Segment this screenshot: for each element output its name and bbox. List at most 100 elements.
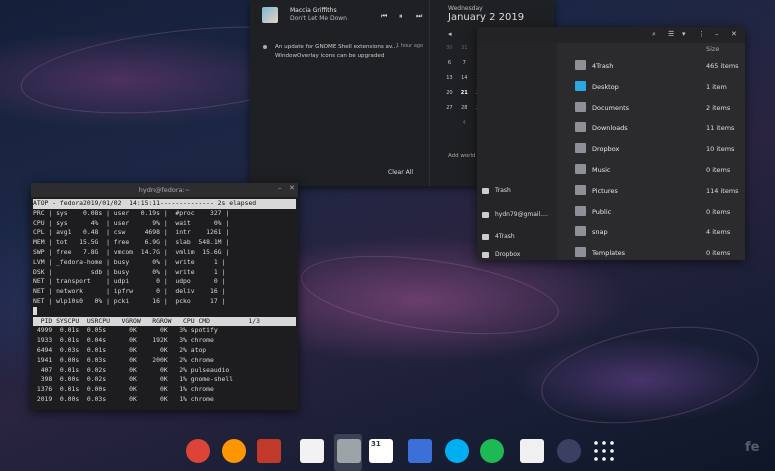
terminal-line: LVM | _fedora-home | busy 0% | write 1 | bbox=[33, 257, 226, 266]
calendar-icon[interactable]: 31 bbox=[369, 439, 393, 463]
file-row[interactable]: 4Trash 465 items bbox=[557, 56, 745, 77]
calendar-date: January 2 2019 bbox=[448, 12, 525, 23]
screenshot-icon[interactable] bbox=[257, 439, 281, 463]
minimize-icon[interactable]: – bbox=[715, 30, 719, 38]
terminal-line: PID SYSCPU USRCPU VGROW RGROW CPU CMD 1/… bbox=[33, 316, 296, 327]
terminal-window: hydn@fedora:~ – ✕ ATOP - fedora2019/01/0… bbox=[31, 183, 298, 410]
file-manager-window: ⌕ ☰ ▾ ⋮ – ✕ Trash hydn79@gmail.... 4Trash D… bbox=[477, 27, 745, 260]
tweaks-icon[interactable] bbox=[557, 439, 581, 463]
terminal-line: ATOP - fedora2019/01/02 14:15:11--------… bbox=[33, 199, 296, 209]
sidebar-item[interactable]: hydn79@gmail.... bbox=[482, 211, 548, 218]
file-row[interactable]: Desktop 1 item bbox=[557, 77, 745, 98]
calendar-day[interactable]: 14 bbox=[457, 73, 472, 84]
terminal-line: 1941 0.00s 0.03s 0K 200K 2% chrome bbox=[33, 355, 214, 364]
files-icon[interactable] bbox=[337, 439, 361, 463]
terminal-line: 398 0.00s 0.02s 0K 0K 1% gnome-shell bbox=[33, 375, 234, 384]
terminal-line: 2019 0.00s 0.03s 0K 0K 1% chrome bbox=[33, 394, 214, 403]
menu-icon[interactable]: ⋮ bbox=[698, 30, 705, 38]
file-row[interactable]: Public 0 items bbox=[557, 202, 745, 223]
sidebar-item[interactable]: Dropbox bbox=[482, 251, 520, 258]
chevron-down-icon[interactable]: ▾ bbox=[682, 30, 686, 38]
contacts-icon[interactable] bbox=[408, 439, 432, 463]
calendar-day[interactable]: 21 bbox=[457, 88, 472, 99]
file-size: 0 items bbox=[706, 207, 731, 216]
spotify-icon[interactable] bbox=[480, 439, 504, 463]
folder-icon bbox=[575, 205, 586, 216]
calendar-day[interactable]: 31 bbox=[457, 43, 472, 54]
calendar-day[interactable]: 27 bbox=[442, 103, 457, 114]
terminal-output[interactable]: ATOP - fedora2019/01/02 14:15:11--------… bbox=[33, 199, 296, 405]
terminal-line: 4999 0.01s 0.05s 0K 0K 3% spotify bbox=[33, 326, 218, 335]
terminal-line: CPL | avg1 0.48 | csw 4698 | intr 1261 | bbox=[33, 228, 230, 237]
file-size: 4 items bbox=[706, 228, 731, 237]
minimize-icon[interactable]: – bbox=[278, 184, 282, 192]
sidebar-item-label: Trash bbox=[495, 187, 511, 194]
file-row[interactable]: Documents 2 items bbox=[557, 98, 745, 119]
file-row[interactable]: Templates 0 items bbox=[557, 243, 745, 264]
file-row[interactable]: Dropbox 10 items bbox=[557, 139, 745, 160]
file-name: Templates bbox=[592, 249, 626, 258]
file-size: 10 items bbox=[706, 145, 735, 154]
file-row[interactable]: snap 4 items bbox=[557, 222, 745, 243]
folder-icon bbox=[575, 143, 586, 154]
skype-icon[interactable] bbox=[445, 439, 469, 463]
folder-icon bbox=[575, 226, 586, 237]
folder-icon bbox=[482, 211, 489, 218]
terminal-line: 407 0.01s 0.02s 0K 0K 2% pulseaudio bbox=[33, 365, 230, 374]
file-name: Public bbox=[592, 207, 612, 216]
clear-all-button[interactable]: Clear All bbox=[388, 169, 413, 176]
file-row[interactable]: Downloads 11 items bbox=[557, 118, 745, 139]
file-size: 1 item bbox=[706, 82, 727, 91]
calendar-day[interactable]: 20 bbox=[442, 88, 457, 99]
next-track-button[interactable]: ⏭ bbox=[416, 12, 422, 21]
terminal-cursor bbox=[33, 306, 37, 315]
folder-icon bbox=[575, 122, 586, 133]
file-name: Downloads bbox=[592, 124, 628, 133]
terminal-line: NET | transport | udpi 0 | udpo 0 | bbox=[33, 277, 226, 286]
wallpaper-wave bbox=[533, 311, 767, 439]
folder-icon bbox=[482, 251, 489, 258]
calendar-day[interactable]: 28 bbox=[457, 103, 472, 114]
text-editor-icon[interactable] bbox=[300, 439, 324, 463]
terminal-line: 1376 0.01s 0.00s 0K 0K 1% chrome bbox=[33, 385, 214, 394]
folder-icon bbox=[575, 184, 586, 195]
folder-icon bbox=[575, 80, 586, 91]
firefox-icon[interactable] bbox=[222, 439, 246, 463]
app-grid-icon[interactable] bbox=[592, 439, 616, 463]
calendar-day[interactable]: 13 bbox=[442, 73, 457, 84]
terminal-line: CPU | sys 4% | user 9% | wait 0% | bbox=[33, 218, 230, 227]
notification-icon bbox=[263, 45, 267, 49]
sidebar-item[interactable]: Trash bbox=[482, 187, 511, 194]
file-row[interactable]: Pictures 114 items bbox=[557, 181, 745, 202]
terminal-line bbox=[33, 306, 296, 317]
terminal-title: hydn@fedora:~ bbox=[31, 183, 298, 197]
previous-track-button[interactable]: ⏮ bbox=[381, 12, 387, 21]
close-icon[interactable]: ✕ bbox=[731, 30, 737, 38]
calendar-day[interactable]: 4 bbox=[457, 118, 472, 129]
file-row[interactable]: Music 0 items bbox=[557, 160, 745, 181]
sidebar-item-label: hydn79@gmail.... bbox=[495, 211, 548, 218]
terminal-line: DSK | sdb | busy 0% | write 1 | bbox=[33, 267, 226, 276]
size-column-header[interactable]: Size bbox=[706, 45, 719, 53]
pause-button[interactable]: ⏸ bbox=[399, 12, 403, 21]
calendar-day[interactable]: 6 bbox=[442, 58, 457, 69]
calendar-day[interactable] bbox=[442, 118, 457, 129]
folder-icon bbox=[575, 101, 586, 112]
terminal-line: 6494 0.03s 0.01s 0K 0K 2% atop bbox=[33, 345, 207, 354]
calendar-day[interactable]: 7 bbox=[457, 58, 472, 69]
chrome-icon[interactable] bbox=[186, 439, 210, 463]
sidebar-item-label: 4Trash bbox=[495, 233, 515, 240]
calendar-day[interactable]: 30 bbox=[442, 43, 457, 54]
file-size: 465 items bbox=[706, 62, 739, 70]
file-name: Documents bbox=[592, 103, 630, 112]
search-icon[interactable]: ⌕ bbox=[652, 30, 656, 39]
notification-list: Maccia Griffiths Don't Let Me Down ⏮ ⏸ ⏭… bbox=[250, 0, 430, 186]
sidebar-item[interactable]: 4Trash bbox=[482, 233, 515, 240]
folder-icon bbox=[482, 233, 489, 240]
terminal-line: PRC | sys 0.08s | user 0.19s | #proc 327… bbox=[33, 208, 230, 217]
file-name: 4Trash bbox=[592, 62, 614, 70]
close-icon[interactable]: ✕ bbox=[289, 184, 295, 192]
view-list-icon[interactable]: ☰ bbox=[668, 30, 674, 38]
terminal-line: 1933 0.01s 0.04s 0K 192K 3% chrome bbox=[33, 336, 214, 345]
software-icon[interactable] bbox=[520, 439, 544, 463]
